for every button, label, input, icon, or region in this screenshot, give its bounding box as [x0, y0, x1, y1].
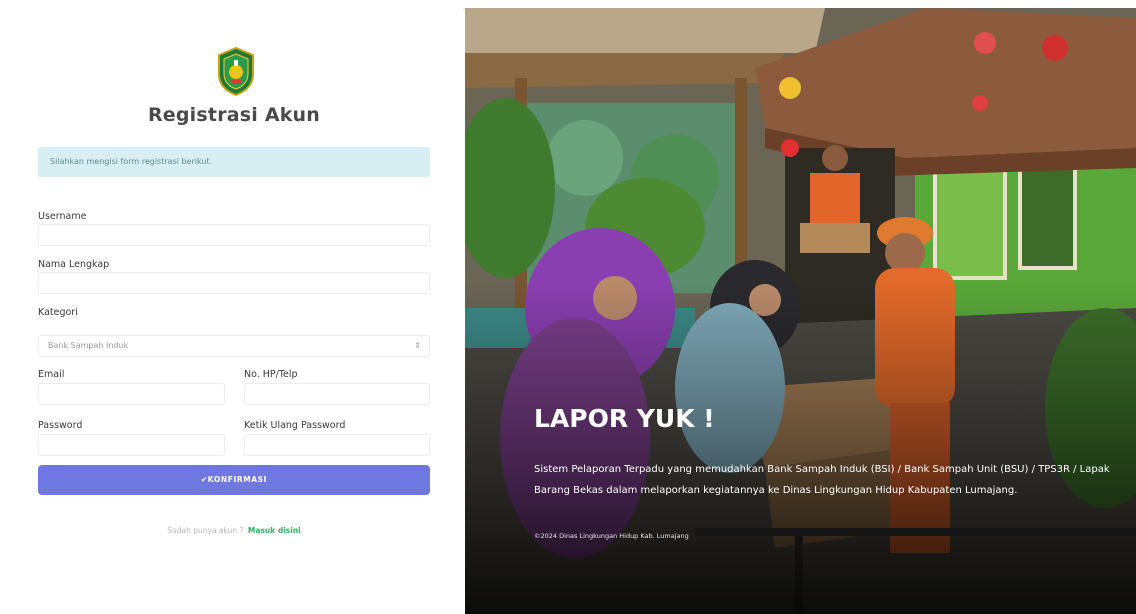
phone-label: No. HP/Telp — [244, 369, 298, 380]
login-prompt-text: Sudah punya akun ? — [167, 526, 244, 535]
fullname-input[interactable] — [38, 272, 430, 294]
password-input[interactable] — [38, 434, 225, 456]
hero-description: Sistem Pelaporan Terpadu yang memudahkan… — [534, 464, 1110, 496]
hero-overlay — [465, 8, 1136, 614]
regency-emblem-icon — [218, 46, 254, 96]
email-input[interactable] — [38, 383, 225, 405]
hero-image-panel: LAPOR YUK ! Sistem Pelaporan Terpadu yan… — [465, 8, 1136, 614]
fullname-label: Nama Lengkap — [38, 259, 110, 270]
login-prompt: Sudah punya akun ? Masuk disini — [0, 526, 468, 535]
page-title: Registrasi Akun — [147, 104, 321, 126]
email-label: Email — [38, 369, 65, 380]
password-label: Password — [38, 420, 83, 431]
login-link[interactable]: Masuk disini — [248, 526, 301, 535]
username-input[interactable] — [38, 224, 430, 246]
hero-copyright: ©2024 Dinas Lingkungan Hidup Kab. Lumaja… — [534, 532, 689, 540]
info-alert: Silahkan mengisi form registrasi berikut… — [38, 147, 430, 177]
password-confirm-input[interactable] — [244, 434, 430, 456]
confirm-button[interactable]: ✔KONFIRMASI — [38, 465, 430, 495]
username-label: Username — [38, 211, 87, 222]
category-selected-value: Bank Sampah Induk — [48, 341, 129, 350]
hero-title: LAPOR YUK ! — [534, 404, 715, 433]
phone-input[interactable] — [244, 383, 430, 405]
category-label: Kategori — [38, 307, 78, 318]
category-select[interactable]: Bank Sampah Induk ⇕ — [38, 335, 430, 357]
password-confirm-label: Ketik Ulang Password — [244, 420, 346, 431]
updown-arrow-icon: ⇕ — [414, 341, 421, 350]
